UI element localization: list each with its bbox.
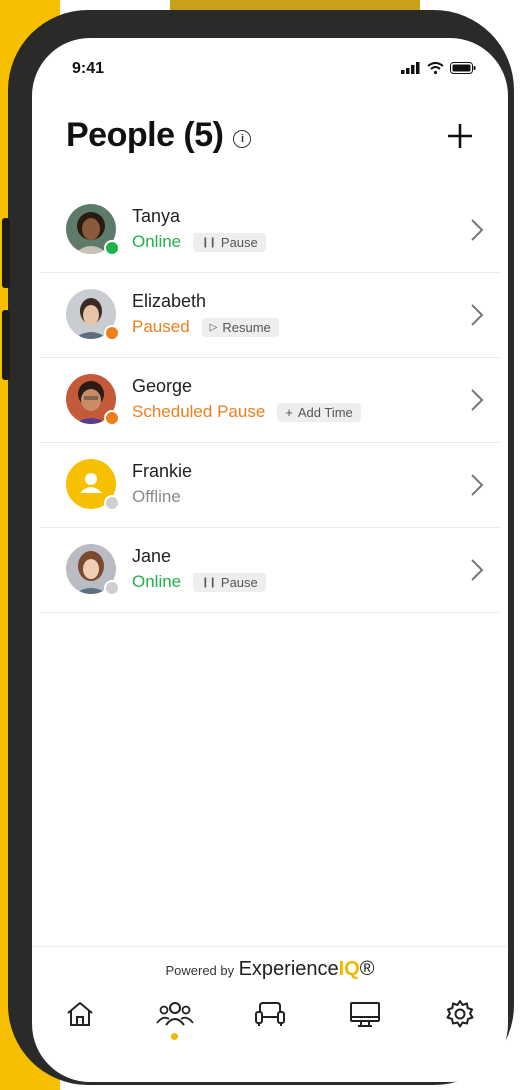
app-screen: 9:41 People (5) i Tanya Online ❙❙ Pause … [32,38,508,1082]
play-icon: ▷ [209,321,218,333]
pause-button[interactable]: ❙❙ Pause [193,232,266,252]
nav-furniture[interactable] [242,998,298,1058]
volume-down-button [2,310,10,380]
info-icon[interactable]: i [233,129,252,148]
page-header: People (5) i [66,116,252,155]
pause-icon: ❙❙ [201,576,217,588]
signal-icon [401,62,420,74]
person-name: George [132,376,193,396]
chevron-right-icon [471,304,484,326]
person-name: Tanya [132,206,181,226]
online-status-dot [104,240,120,256]
paused-status-dot [104,325,120,341]
person-status: Scheduled Pause [132,402,266,421]
footer-divider [32,946,508,947]
person-status: Online [132,232,182,251]
nav-settings[interactable] [432,998,488,1058]
pause-button[interactable]: ❙❙ Pause [193,572,266,592]
plus-icon: + [285,404,293,420]
person-name: Frankie [132,461,193,481]
settings-icon [446,1000,474,1028]
person-row-jane[interactable]: Jane Online ❙❙ Pause [40,528,500,613]
nav-devices[interactable] [337,998,393,1058]
people-list: Tanya Online ❙❙ Pause Elizabeth Paused ▷… [40,188,500,613]
person-name: Jane [132,546,172,566]
nav-home[interactable] [52,998,108,1058]
add-person-button[interactable] [446,122,474,150]
volume-up-button [2,218,10,288]
resume-button[interactable]: ▷ Resume [201,317,279,337]
chevron-right-icon [471,389,484,411]
status-time: 9:41 [72,60,105,77]
furniture-icon [254,1002,285,1026]
offline-status-dot [104,580,120,596]
person-status: Offline [132,487,181,506]
paused-status-dot [104,410,120,426]
person-status: Online [132,572,182,591]
chevron-right-icon [471,559,484,581]
phone-frame: 9:41 People (5) i Tanya Online ❙❙ Pause … [2,10,514,1085]
person-row-tanya[interactable]: Tanya Online ❙❙ Pause [40,188,500,273]
powered-by: Powered by ExperienceIQ® [32,958,508,981]
chevron-right-icon [471,219,484,241]
person-row-george[interactable]: George Scheduled Pause + Add Time [40,358,500,443]
offline-status-dot [104,495,120,511]
powered-by-label: Powered by [165,963,235,978]
chevron-right-icon [471,474,484,496]
active-indicator [171,1033,179,1040]
people-icon [156,1002,194,1026]
bottom-nav [32,998,508,1058]
brand-logo: ExperienceIQ® [238,958,375,980]
battery-icon [450,62,476,74]
wifi-icon [427,62,444,74]
pause-icon: ❙❙ [201,236,217,248]
add-time-button[interactable]: + Add Time [277,402,361,422]
person-status: Paused [132,317,190,336]
home-icon [66,1001,93,1026]
nav-people[interactable] [147,998,203,1058]
monitor-icon [350,1002,381,1027]
person-row-elizabeth[interactable]: Elizabeth Paused ▷ Resume [40,273,500,358]
person-row-frankie[interactable]: Frankie Offline [40,443,500,528]
status-icons [401,62,476,74]
person-name: Elizabeth [132,291,207,311]
page-title: People (5) [66,116,224,154]
